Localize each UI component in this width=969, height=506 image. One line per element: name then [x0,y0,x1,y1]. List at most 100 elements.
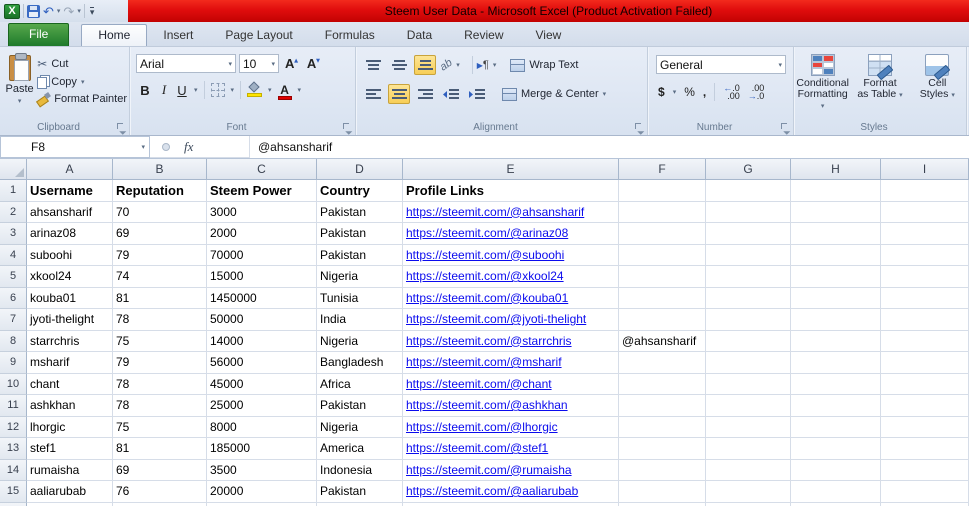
cell-F2[interactable] [619,201,706,223]
column-header-c[interactable]: C [207,159,317,180]
column-header-d[interactable]: D [317,159,403,180]
clipboard-dialog-launcher-icon[interactable] [117,123,126,132]
tab-insert[interactable]: Insert [147,25,209,46]
row-header-6[interactable]: 6 [0,287,27,309]
cell-G2[interactable] [706,201,791,223]
column-header-g[interactable]: G [706,159,791,180]
cell-D16[interactable] [317,502,403,506]
row-header-2[interactable]: 2 [0,201,27,223]
cell-G11[interactable] [706,395,791,417]
profile-link[interactable]: https://steemit.com/@lhorgic [403,416,619,438]
cell-B12[interactable]: 75 [113,416,207,438]
cell-I8[interactable] [881,330,969,352]
fill-color-dropdown-icon[interactable]: ▾ [268,86,272,94]
profile-link[interactable]: https://steemit.com/@rumaisha [403,459,619,481]
cell-D6[interactable]: Tunisia [317,287,403,309]
profile-link[interactable]: https://steemit.com/@suboohi [403,244,619,266]
cell-A5[interactable]: xkool24 [27,266,113,288]
cell-C13[interactable]: 185000 [207,438,317,460]
cell-D1[interactable]: Country [317,180,403,202]
cell-I11[interactable] [881,395,969,417]
redo-icon[interactable]: ↷ [63,5,74,18]
cell-A16[interactable] [27,502,113,506]
cell-C15[interactable]: 20000 [207,481,317,503]
cell-I4[interactable] [881,244,969,266]
cell-C7[interactable]: 50000 [207,309,317,331]
font-name-select[interactable]: Arial ▾ [136,54,236,73]
cell-B16[interactable] [113,502,207,506]
cell-A12[interactable]: lhorgic [27,416,113,438]
cell-A9[interactable]: msharif [27,352,113,374]
cell-H6[interactable] [791,287,881,309]
redo-dropdown-icon[interactable]: ▾ [77,7,81,15]
align-top-button[interactable] [362,55,384,75]
decrease-indent-button[interactable] [440,84,462,104]
row-header-11[interactable]: 11 [0,395,27,417]
name-box[interactable]: F8 ▾ [0,136,150,158]
cell-C16[interactable] [207,502,317,506]
font-dialog-launcher-icon[interactable] [343,123,352,132]
format-as-table-button[interactable]: Format as Table ▾ [853,53,906,119]
grow-font-button[interactable]: A▴ [282,56,301,71]
cell-C10[interactable]: 45000 [207,373,317,395]
cell-H9[interactable] [791,352,881,374]
cell-B3[interactable]: 69 [113,223,207,245]
cell-H12[interactable] [791,416,881,438]
cell-H7[interactable] [791,309,881,331]
cell-G15[interactable] [706,481,791,503]
cell-H5[interactable] [791,266,881,288]
formula-input[interactable]: @ahsansharif [250,136,969,158]
cell-G1[interactable] [706,180,791,202]
cell-G5[interactable] [706,266,791,288]
cell-B15[interactable]: 76 [113,481,207,503]
cell-F10[interactable] [619,373,706,395]
cell-H1[interactable] [791,180,881,202]
row-header-7[interactable]: 7 [0,309,27,331]
cell-H11[interactable] [791,395,881,417]
cell-C1[interactable]: Steem Power [207,180,317,202]
cell-F12[interactable] [619,416,706,438]
merge-center-button[interactable]: Merge & Center ▾ [502,87,606,101]
cell-H15[interactable] [791,481,881,503]
cell-D7[interactable]: India [317,309,403,331]
profile-link[interactable]: https://steemit.com/@ahsansharif [403,201,619,223]
italic-button[interactable]: I [158,82,170,98]
cell-I12[interactable] [881,416,969,438]
row-header-1[interactable]: 1 [0,180,27,202]
cell-C4[interactable]: 70000 [207,244,317,266]
tab-review[interactable]: Review [448,25,519,46]
cell-G3[interactable] [706,223,791,245]
tab-formulas[interactable]: Formulas [309,25,391,46]
profile-link[interactable]: https://steemit.com/@stef1 [403,438,619,460]
cell-F4[interactable] [619,244,706,266]
row-header-8[interactable]: 8 [0,330,27,352]
cell-C2[interactable]: 3000 [207,201,317,223]
text-direction-dropdown-icon[interactable]: ▾ [493,61,497,69]
profile-link[interactable]: https://steemit.com/@arinaz08 [403,223,619,245]
cell-D11[interactable]: Pakistan [317,395,403,417]
cell-B11[interactable]: 78 [113,395,207,417]
cell-A1[interactable]: Username [27,180,113,202]
cell-styles-button[interactable]: Cell Styles ▾ [911,53,964,119]
orientation-icon[interactable]: ab [438,57,455,74]
text-direction-icon[interactable]: ▶¶ [477,59,489,71]
increase-indent-button[interactable] [466,84,488,104]
row-header-14[interactable]: 14 [0,459,27,481]
profile-link[interactable]: https://steemit.com/@xkool24 [403,266,619,288]
underline-button[interactable]: U [176,83,188,98]
paste-button[interactable]: Paste ▾ [2,51,37,119]
cell-C9[interactable]: 56000 [207,352,317,374]
cell-I7[interactable] [881,309,969,331]
column-header-h[interactable]: H [791,159,881,180]
cell-B5[interactable]: 74 [113,266,207,288]
column-header-e[interactable]: E [403,159,619,180]
tab-data[interactable]: Data [391,25,448,46]
cell-C5[interactable]: 15000 [207,266,317,288]
cell-I9[interactable] [881,352,969,374]
column-header-f[interactable]: F [619,159,706,180]
cell-H2[interactable] [791,201,881,223]
cell-D15[interactable]: Pakistan [317,481,403,503]
profile-link[interactable]: https://steemit.com/@jyoti-thelight [403,309,619,331]
profile-link[interactable]: https://steemit.com/@aaliarubab [403,481,619,503]
cell-F16[interactable] [619,502,706,506]
